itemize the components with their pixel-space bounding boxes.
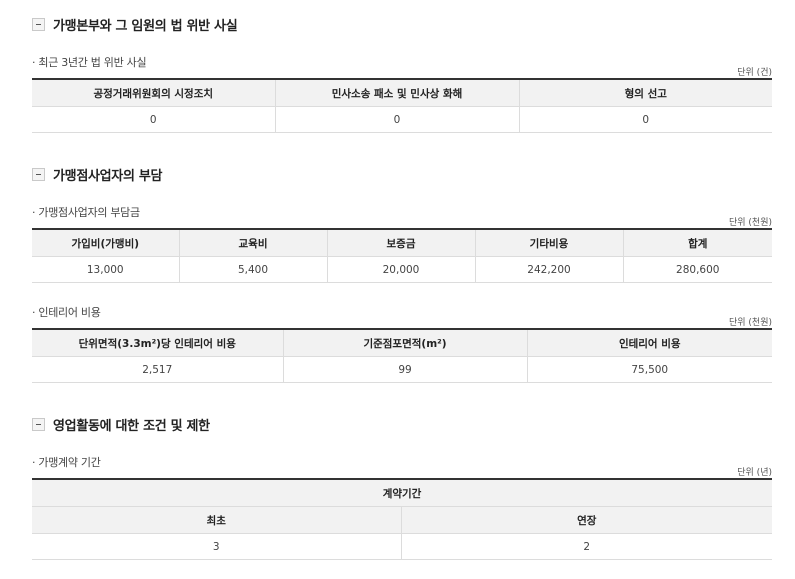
column-header: 최초 [32, 506, 401, 534]
column-header: 민사소송 패소 및 민사상 화해 [274, 78, 519, 107]
column-header: 교육비 [178, 228, 327, 257]
table-header-row: 공정거래위원회의 시정조치 민사소송 패소 및 민사상 화해 형의 선고 [32, 78, 772, 107]
violations-table: 공정거래위원회의 시정조치 민사소송 패소 및 민사상 화해 형의 선고 0 0… [32, 78, 772, 133]
table-cell: 13,000 [32, 256, 179, 283]
table-cell: 0 [274, 106, 519, 133]
subsection-title: · 최근 3년간 법 위반 사실 [32, 56, 147, 69]
table-header-row: 단위면적(3.3m²)당 인테리어 비용 기준점포면적(m²) 인테리어 비용 [32, 328, 772, 357]
table-cell: 75,500 [526, 356, 772, 383]
table-cell: 2 [400, 533, 773, 560]
subsection-title: · 가맹점사업자의 부담금 [32, 206, 140, 219]
section-header-violations[interactable]: 가맹본부와 그 임원의 법 위반 사실 [32, 15, 238, 34]
table-cell: 2,517 [32, 356, 283, 383]
column-header: 보증금 [326, 228, 475, 257]
table-row: 13,000 5,400 20,000 242,200 280,600 [32, 256, 772, 283]
column-header: 인테리어 비용 [526, 328, 772, 357]
section-title: 가맹점사업자의 부담 [53, 169, 163, 184]
table-header-row: 계약기간 [32, 478, 773, 507]
table-header-row: 최초 연장 [32, 506, 773, 534]
table-cell: 3 [32, 533, 401, 560]
section-title: 가맹본부와 그 임원의 법 위반 사실 [53, 19, 238, 34]
column-header: 기준점포면적(m²) [282, 328, 527, 357]
table-cell: 280,600 [622, 256, 772, 283]
table-row: 3 2 [32, 533, 773, 560]
table-cell: 99 [282, 356, 527, 383]
section-header-business-restrictions[interactable]: 영업활동에 대한 조건 및 제한 [32, 415, 210, 434]
unit-label: 단위 (천원) [728, 218, 772, 228]
section-title: 영업활동에 대한 조건 및 제한 [53, 419, 210, 434]
group-header: 계약기간 [32, 478, 773, 507]
table-cell: 0 [32, 106, 275, 133]
minus-box-icon[interactable] [32, 168, 45, 181]
subsection-title: · 가맹계약 기간 [32, 456, 101, 469]
table-row: 0 0 0 [32, 106, 772, 133]
unit-label: 단위 (년) [737, 468, 772, 478]
contract-period-table: 계약기간 최초 연장 3 2 [32, 478, 773, 560]
column-header: 공정거래위원회의 시정조치 [32, 78, 275, 107]
table-cell: 20,000 [326, 256, 475, 283]
interior-table: 단위면적(3.3m²)당 인테리어 비용 기준점포면적(m²) 인테리어 비용 … [32, 328, 772, 383]
section-header-franchisee-burden[interactable]: 가맹점사업자의 부담 [32, 165, 162, 184]
column-header: 연장 [400, 506, 773, 534]
table-row: 2,517 99 75,500 [32, 356, 772, 383]
table-header-row: 가입비(가맹비) 교육비 보증금 기타비용 합계 [32, 228, 772, 257]
table-cell: 0 [518, 106, 772, 133]
table-cell: 5,400 [178, 256, 327, 283]
column-header: 단위면적(3.3m²)당 인테리어 비용 [32, 328, 283, 357]
table-cell: 242,200 [474, 256, 623, 283]
unit-label: 단위 (건) [737, 68, 772, 78]
fee-table: 가입비(가맹비) 교육비 보증금 기타비용 합계 13,000 5,400 20… [32, 228, 772, 283]
column-header: 합계 [622, 228, 772, 257]
subsection-title: · 인테리어 비용 [32, 306, 101, 319]
column-header: 가입비(가맹비) [32, 228, 179, 257]
minus-box-icon[interactable] [32, 418, 45, 431]
unit-label: 단위 (천원) [728, 318, 772, 328]
column-header: 기타비용 [474, 228, 623, 257]
minus-box-icon[interactable] [32, 18, 45, 31]
column-header: 형의 선고 [518, 78, 772, 107]
